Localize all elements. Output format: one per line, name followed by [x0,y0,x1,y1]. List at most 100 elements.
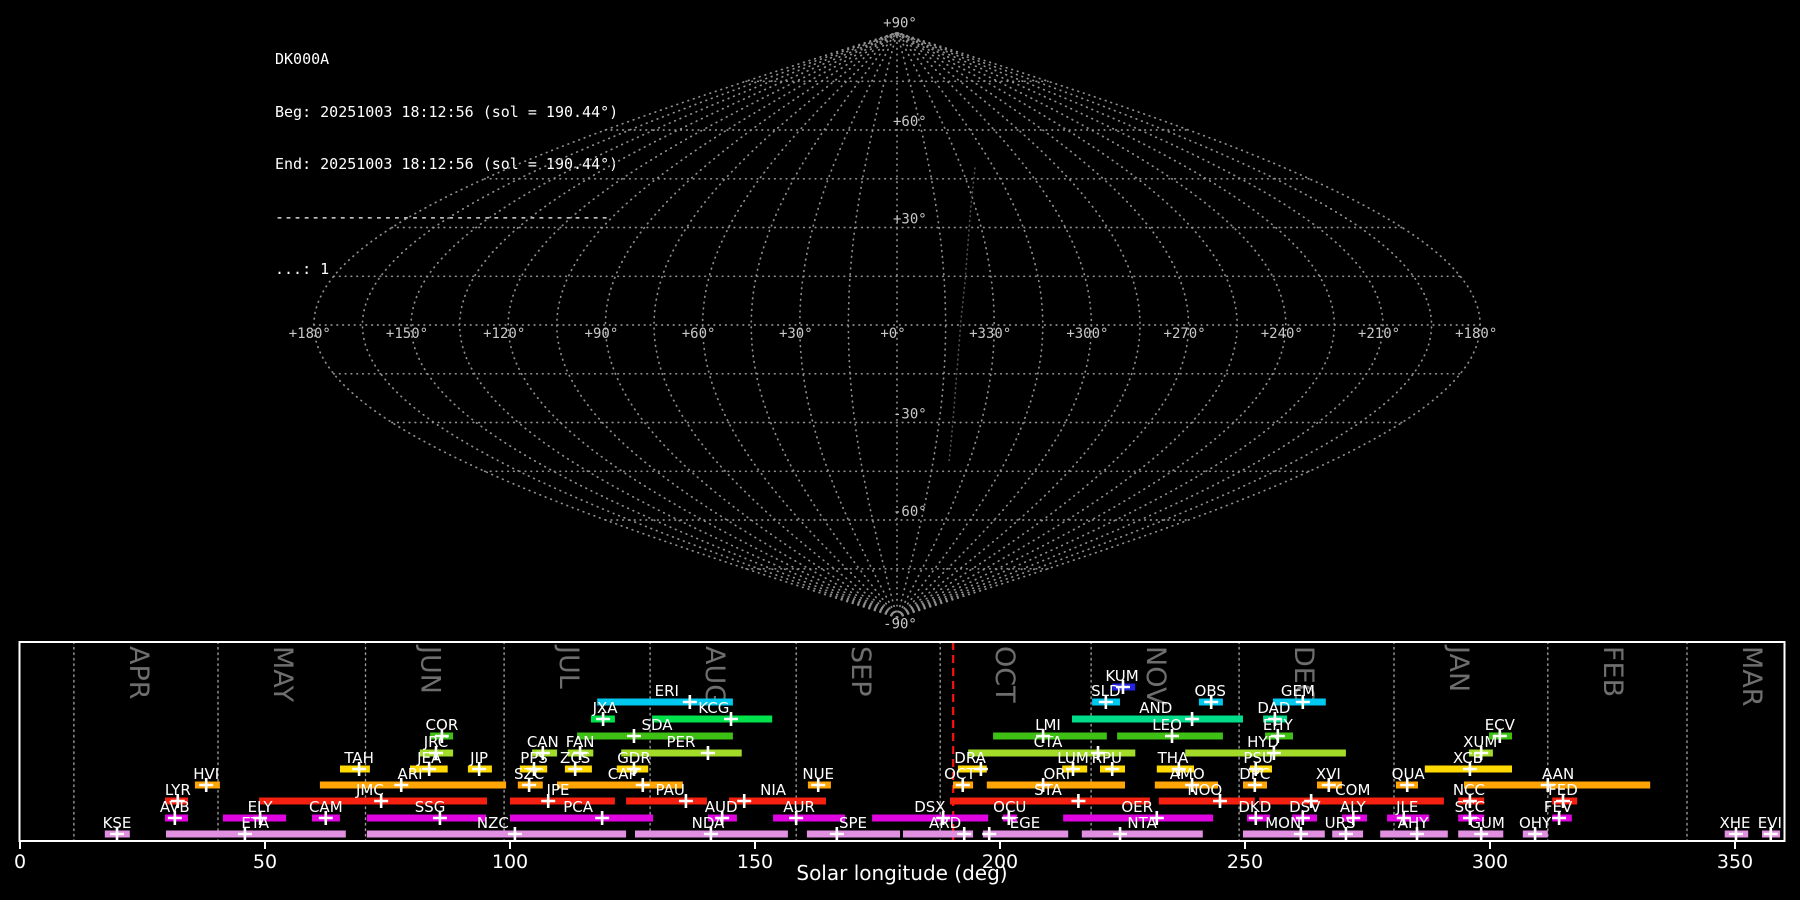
shower-label-AND: AND [1139,699,1172,717]
shower-label-TAH: TAH [343,749,374,767]
month-label-apr: APR [123,646,154,700]
shower-label-XCB: XCB [1453,749,1483,767]
activity-timeline: APR MAY JUN JUL AUG SEP OCT NOV DEC JAN FEB MARKUME… [14,641,1786,885]
shower-label-JIP: JIP [469,749,488,767]
shower-label-KCG: KCG [698,699,729,717]
shower-label-ARD: ARD [929,814,961,832]
shower-label-FED: FED [1548,781,1578,799]
month-label-mar: MAR [1736,646,1767,707]
shower-label-COM: COM [1335,781,1370,799]
x-tick-label: 50 [253,851,277,873]
shower-label-OHY: OHY [1519,814,1552,832]
map-lon-label: +180° [289,326,331,342]
map-lon-label: +60° [682,326,716,342]
shower-label-IPE: IPE [547,781,570,799]
shower-label-PAU: PAU [656,781,685,799]
shower-peak-cross-CAP [635,778,650,792]
x-tick-label: 300 [1472,851,1508,873]
shower-label-ERI: ERI [655,682,679,700]
shower-label-NTA: NTA [1127,814,1157,832]
x-tick-label: 250 [1227,851,1263,873]
map-lon-label: +240° [1261,326,1303,342]
map-north-pole-label: +90° [883,16,917,32]
map-lon-label: +150° [386,326,428,342]
radiant-drift-track [948,167,976,463]
shower-label-XHE: XHE [1719,814,1750,832]
shower-label-AUR: AUR [783,798,815,816]
map-meridian [847,31,898,619]
shower-label-OBS: OBS [1195,682,1226,700]
shower-label-COR: COR [426,716,459,734]
shower-label-AVB: AVB [160,798,190,816]
shower-label-EVI: EVI [1758,814,1782,832]
shower-label-SPE: SPE [839,814,867,832]
shower-peak-cross-NZC [507,827,522,841]
shower-label-EHY: EHY [1263,716,1294,734]
x-axis-title: Solar longitude (deg) [796,861,1007,885]
map-lon-label: +180° [1455,326,1497,342]
shower-label-DPC: DPC [1239,765,1270,783]
shower-label-RPU: RPU [1092,749,1122,767]
shower-label-ECV: ECV [1485,716,1516,734]
map-lon-label: +30° [779,326,813,342]
shower-label-PER: PER [667,733,696,751]
shower-label-LMI: LMI [1035,716,1061,734]
shower-label-MON: MON [1265,814,1301,832]
shower-peak-cross-AND [1185,712,1200,726]
shower-label-LYR: LYR [165,781,191,799]
shower-label-ZCS: ZCS [560,749,590,767]
month-label-feb: FEB [1597,646,1628,697]
shower-label-NDA: NDA [692,814,726,832]
month-label-jun: JUN [415,644,446,694]
shower-peak-cross-STA [1071,794,1086,808]
shower-label-NIA: NIA [760,781,787,799]
shower-label-NUE: NUE [802,765,834,783]
month-label-jan: JAN [1443,644,1474,692]
shower-label-NZC: NZC [477,814,509,832]
shower-peak-cross-EGE [982,827,997,841]
shower-label-HVI: HVI [193,765,219,783]
x-tick-label: 350 [1717,851,1753,873]
month-label-aug: AUG [699,646,730,705]
map-lat-label: +60° [893,114,927,130]
shower-label-EGE: EGE [1010,814,1041,832]
map-lon-label: +300° [1066,326,1108,342]
month-label-nov: NOV [1140,646,1171,706]
shower-label-PCA: PCA [563,798,594,816]
shower-label-NCC: NCC [1453,781,1485,799]
sky-map: +180° +150° +120° +90° +60° +30° +0° +330° +300°… [289,16,1498,633]
map-lon-label: +90° [585,326,619,342]
shower-peak-cross-NIA [737,794,752,808]
x-tick-label: 150 [737,851,773,873]
map-lon-label: +330° [969,326,1011,342]
shower-label-JMC: JMC [355,781,384,799]
shower-label-CAM: CAM [309,798,343,816]
map-lat-label: -60° [893,504,927,520]
map-lon-label: +270° [1164,326,1206,342]
map-lat-label: -30° [893,407,927,423]
shower-label-URS: URS [1325,814,1356,832]
shower-label-DAD: DAD [1257,699,1290,717]
shower-peak-cross-PCA [595,811,610,825]
map-lon-label: +0° [880,326,905,342]
shower-label-SZC: SZC [514,765,544,783]
shower-peak-cross-SDA [626,729,641,743]
shower-label-SDA: SDA [641,716,673,734]
map-lat-label: +30° [893,212,927,228]
shower-peak-cross-PER [700,746,715,760]
month-label-sep: SEP [845,646,876,696]
month-label-may: MAY [267,646,298,703]
shower-label-LEO: LEO [1152,716,1182,734]
shower-label-GEM: GEM [1281,682,1315,700]
month-label-oct: OCT [989,646,1020,703]
shower-label-STA: STA [1034,781,1063,799]
shower-label-ETA: ETA [241,814,269,832]
x-tick-label: 0 [14,851,26,873]
shower-label-OCT: OCT [944,765,976,783]
shower-label-JXA: JXA [592,699,619,717]
shower-label-NOO: NOO [1187,781,1222,799]
shower-label-AHY: AHY [1398,814,1430,832]
shower-label-ARI: ARI [397,765,422,783]
shower-label-GUM: GUM [1469,814,1505,832]
map-lon-label: +210° [1358,326,1400,342]
